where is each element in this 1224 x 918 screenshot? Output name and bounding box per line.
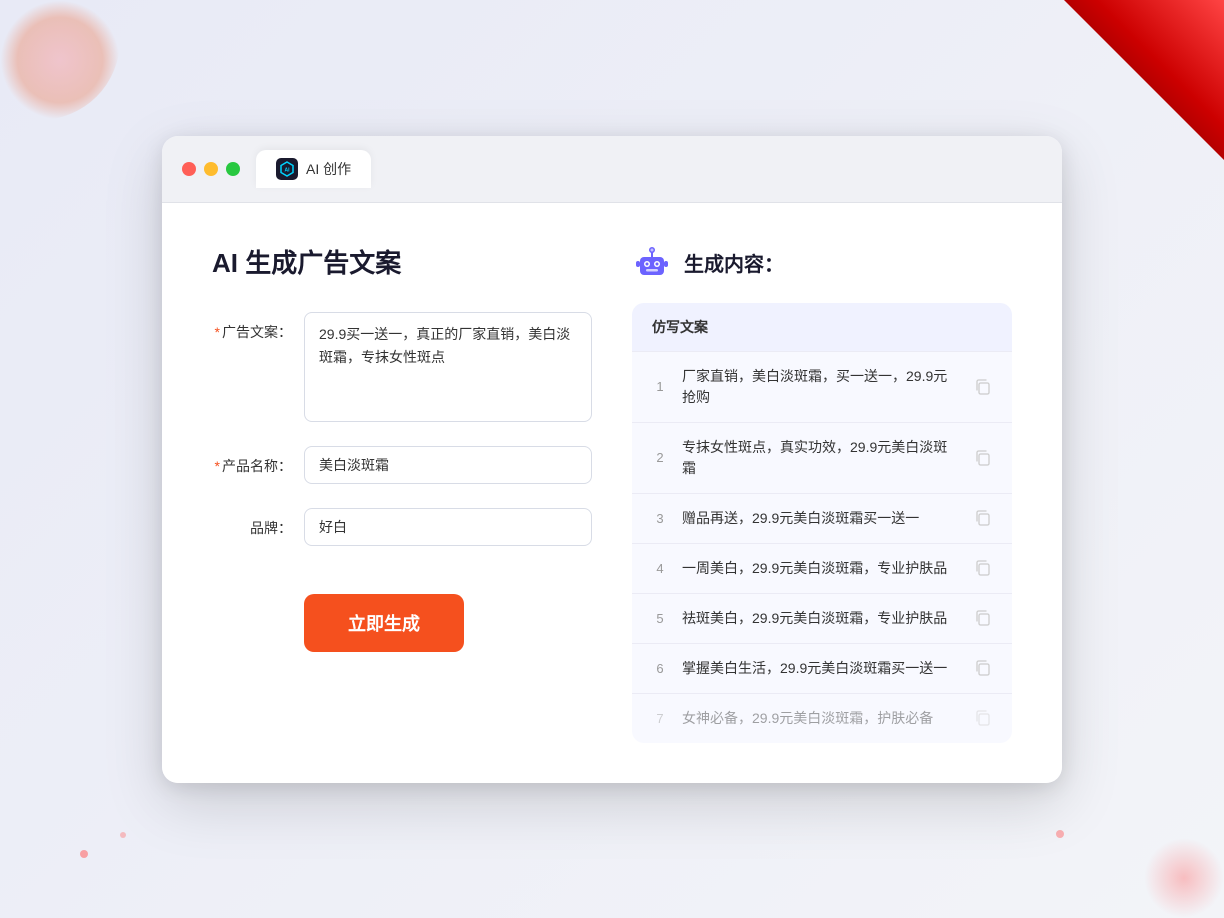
copy-icon[interactable] (974, 709, 992, 727)
product-name-label: *产品名称： (212, 446, 292, 476)
copy-icon[interactable] (974, 609, 992, 627)
results-list: 1 厂家直销，美白淡斑霜，买一送一，29.9元抢购 2 专抹女性斑点，真实功效，… (632, 352, 1012, 743)
right-header: 生成内容： (632, 243, 1012, 283)
result-item: 7 女神必备，29.9元美白淡斑霜，护肤必备 (632, 694, 1012, 743)
results-container: 仿写文案 1 厂家直销，美白淡斑霜，买一送一，29.9元抢购 2 专抹女性斑点，… (632, 303, 1012, 743)
result-item: 6 掌握美白生活，29.9元美白淡斑霜买一送一 (632, 644, 1012, 694)
result-number: 3 (652, 511, 668, 526)
result-item: 1 厂家直销，美白淡斑霜，买一送一，29.9元抢购 (632, 352, 1012, 423)
copy-icon[interactable] (974, 449, 992, 467)
copy-icon[interactable] (974, 378, 992, 396)
result-text: 厂家直销，美白淡斑霜，买一送一，29.9元抢购 (682, 366, 960, 408)
maximize-button[interactable] (226, 162, 240, 176)
right-panel-title: 生成内容： (684, 248, 784, 277)
result-number: 6 (652, 661, 668, 676)
required-mark2: * (215, 458, 220, 474)
traffic-lights (182, 162, 240, 176)
title-bar: AI AI 创作 (162, 136, 1062, 203)
result-number: 5 (652, 611, 668, 626)
result-number: 7 (652, 711, 668, 726)
brand-group: 品牌： 好白 (212, 508, 592, 546)
product-name-input[interactable]: 美白淡斑霜 (304, 446, 592, 484)
result-text: 一周美白，29.9元美白淡斑霜，专业护肤品 (682, 558, 960, 579)
result-item: 4 一周美白，29.9元美白淡斑霜，专业护肤品 (632, 544, 1012, 594)
left-panel: AI 生成广告文案 *广告文案： 29.9买一送一，真正的厂家直销，美白淡斑霜，… (212, 243, 592, 743)
close-button[interactable] (182, 162, 196, 176)
result-number: 4 (652, 561, 668, 576)
content-area: AI 生成广告文案 *广告文案： 29.9买一送一，真正的厂家直销，美白淡斑霜，… (162, 203, 1062, 783)
result-text: 赠品再送，29.9元美白淡斑霜买一送一 (682, 508, 960, 529)
result-text: 祛斑美白，29.9元美白淡斑霜，专业护肤品 (682, 608, 960, 629)
right-panel: 生成内容： 仿写文案 1 厂家直销，美白淡斑霜，买一送一，29.9元抢购 2 专… (632, 243, 1012, 743)
copy-icon[interactable] (974, 559, 992, 577)
brand-label: 品牌： (212, 508, 292, 538)
result-text: 女神必备，29.9元美白淡斑霜，护肤必备 (682, 708, 960, 729)
result-item: 3 赠品再送，29.9元美白淡斑霜买一送一 (632, 494, 1012, 544)
ai-tab-icon: AI (276, 158, 298, 180)
result-text: 专抹女性斑点，真实功效，29.9元美白淡斑霜 (682, 437, 960, 479)
ad-copy-label: *广告文案： (212, 312, 292, 342)
results-header: 仿写文案 (632, 303, 1012, 352)
result-number: 1 (652, 379, 668, 394)
page-title: AI 生成广告文案 (212, 243, 592, 280)
brand-input[interactable]: 好白 (304, 508, 592, 546)
minimize-button[interactable] (204, 162, 218, 176)
result-text: 掌握美白生活，29.9元美白淡斑霜买一送一 (682, 658, 960, 679)
copy-icon[interactable] (974, 659, 992, 677)
result-item: 2 专抹女性斑点，真实功效，29.9元美白淡斑霜 (632, 423, 1012, 494)
ai-creation-tab[interactable]: AI AI 创作 (256, 150, 371, 188)
browser-window: AI AI 创作 AI 生成广告文案 *广告文案： 29.9买一送一，真正的厂家… (162, 136, 1062, 783)
product-name-group: *产品名称： 美白淡斑霜 (212, 446, 592, 484)
result-number: 2 (652, 450, 668, 465)
svg-text:AI: AI (285, 167, 291, 173)
ad-copy-textarea[interactable]: 29.9买一送一，真正的厂家直销，美白淡斑霜，专抹女性斑点 (304, 312, 592, 422)
result-item: 5 祛斑美白，29.9元美白淡斑霜，专业护肤品 (632, 594, 1012, 644)
tab-bar: AI AI 创作 (256, 150, 371, 188)
robot-icon (632, 243, 672, 283)
generate-button[interactable]: 立即生成 (304, 594, 464, 652)
copy-icon[interactable] (974, 509, 992, 527)
ad-copy-group: *广告文案： 29.9买一送一，真正的厂家直销，美白淡斑霜，专抹女性斑点 (212, 312, 592, 422)
tab-label: AI 创作 (306, 159, 351, 179)
required-mark: * (215, 324, 220, 340)
